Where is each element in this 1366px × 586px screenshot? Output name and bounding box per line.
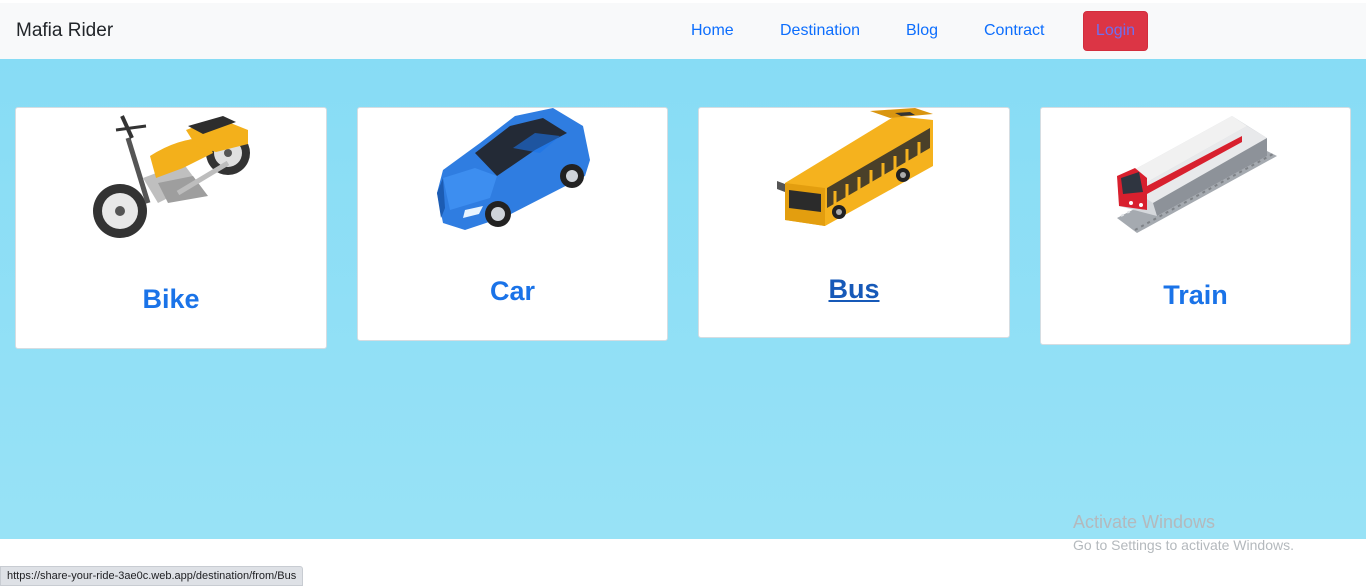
login-button[interactable]: Login — [1083, 11, 1148, 51]
vehicle-card-car[interactable]: Car — [357, 107, 668, 341]
motorcycle-icon — [93, 115, 250, 238]
activate-windows-subtitle: Go to Settings to activate Windows. — [1073, 537, 1294, 553]
bus-icon — [777, 108, 933, 226]
link-status-url: https://share-your-ride-3ae0c.web.app/de… — [0, 566, 304, 586]
brand-logo[interactable]: Mafia Rider — [16, 20, 113, 42]
vehicle-title-bus[interactable]: Bus — [699, 274, 1009, 305]
nav-link-home[interactable]: Home — [691, 22, 734, 40]
activate-windows-title: Activate Windows — [1073, 512, 1216, 532]
vehicle-title-car[interactable]: Car — [358, 276, 667, 307]
nav-link-blog[interactable]: Blog — [906, 22, 938, 40]
nav-link-contract[interactable]: Contract — [984, 22, 1044, 40]
vehicle-title-bike[interactable]: Bike — [16, 284, 326, 315]
car-icon — [437, 108, 590, 230]
navbar: Mafia Rider Home Destination Blog Contra… — [0, 3, 1366, 59]
vehicle-card-train[interactable]: Train — [1040, 107, 1351, 345]
vehicle-title-train[interactable]: Train — [1041, 280, 1350, 311]
vehicle-card-bike[interactable]: Bike — [15, 107, 327, 349]
train-icon — [1117, 116, 1277, 233]
main-content: Bike Car Bus Train — [0, 59, 1366, 539]
nav-link-destination[interactable]: Destination — [780, 22, 860, 40]
vehicle-card-bus[interactable]: Bus — [698, 107, 1010, 338]
